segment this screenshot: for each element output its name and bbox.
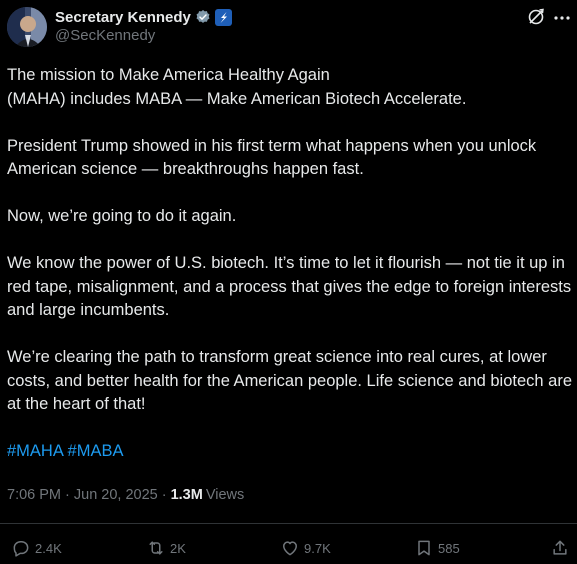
tweet-paragraph-3: Now, we’re going to do it again. bbox=[7, 207, 237, 225]
bookmark-button[interactable]: 585 bbox=[414, 533, 460, 563]
display-name[interactable]: Secretary Kennedy bbox=[55, 9, 191, 26]
hashtag-maba[interactable]: #MABA bbox=[68, 442, 124, 460]
avatar[interactable] bbox=[7, 7, 47, 47]
views-label: Views bbox=[205, 487, 245, 503]
bookmark-count: 585 bbox=[438, 540, 460, 556]
hashtags: #MAHA #MABA bbox=[7, 440, 573, 464]
reply-count: 2.4K bbox=[35, 540, 62, 556]
action-bar: 2.4K 2K 9.7K 585 bbox=[0, 533, 577, 563]
reply-icon bbox=[13, 541, 29, 557]
views-count: 1.3M bbox=[170, 487, 203, 503]
tweet-paragraph-2: President Trump showed in his first term… bbox=[7, 136, 537, 179]
handle[interactable]: @SecKennedy bbox=[55, 27, 155, 44]
reply-button[interactable]: 2.4K bbox=[11, 533, 62, 563]
repost-count: 2K bbox=[170, 540, 186, 556]
like-button[interactable]: 9.7K bbox=[280, 533, 331, 563]
more-options-icon[interactable] bbox=[552, 8, 572, 28]
bookmark-icon bbox=[418, 540, 430, 556]
like-count: 9.7K bbox=[304, 540, 331, 556]
tweet-paragraph-5: We’re clearing the path to transform gre… bbox=[7, 348, 573, 413]
government-affiliation-icon[interactable] bbox=[214, 8, 232, 26]
name-row: Secretary Kennedy bbox=[55, 7, 232, 27]
grok-icon[interactable] bbox=[527, 8, 545, 26]
repost-icon bbox=[149, 541, 163, 555]
timestamp[interactable]: 7:06 PM · Jun 20, 2025 · bbox=[7, 487, 167, 503]
tweet-text: The mission to Make America Healthy Agai… bbox=[7, 64, 573, 464]
heart-icon bbox=[283, 541, 297, 556]
tweet-paragraph-4: We know the power of U.S. biotech. It’s … bbox=[7, 254, 572, 319]
share-button[interactable] bbox=[550, 533, 570, 563]
tweet-header: Secretary Kennedy @SecKennedy bbox=[0, 0, 577, 60]
repost-button[interactable]: 2K bbox=[146, 533, 186, 563]
share-icon bbox=[553, 540, 567, 555]
tweet-paragraph-1: The mission to Make America Healthy Agai… bbox=[7, 66, 467, 108]
verified-badge-icon[interactable] bbox=[195, 9, 211, 25]
divider bbox=[0, 523, 577, 524]
hashtag-maha[interactable]: #MAHA bbox=[7, 442, 63, 460]
tweet-meta: 7:06 PM · Jun 20, 2025 · 1.3M Views bbox=[7, 487, 244, 503]
